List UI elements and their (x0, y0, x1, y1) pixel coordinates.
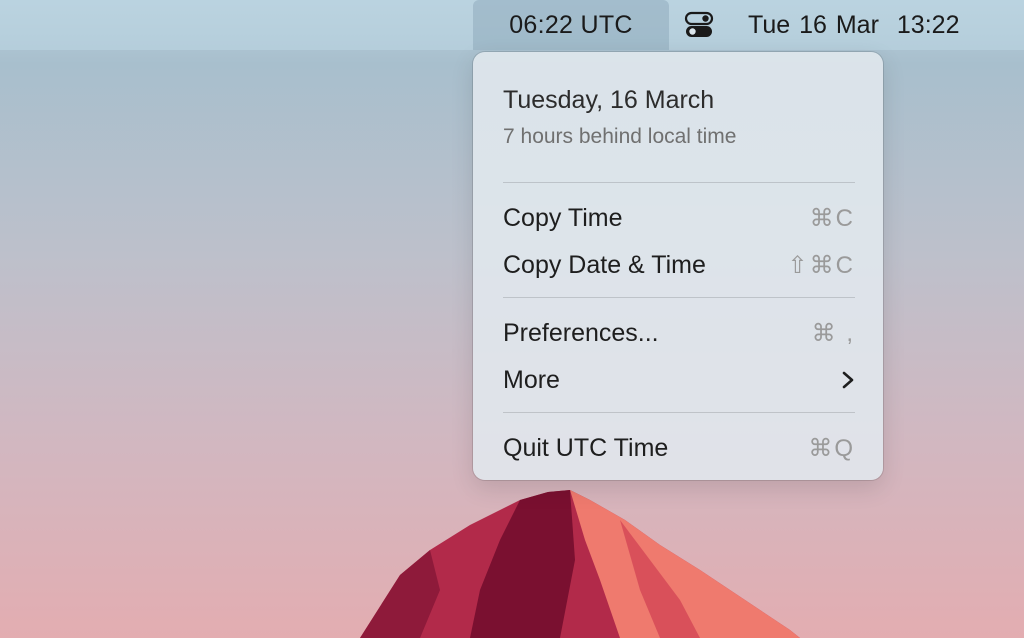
menu-item-shortcut: ⌘Q (808, 434, 855, 462)
menu-item-quit[interactable]: Quit UTC Time ⌘Q (503, 428, 855, 468)
chevron-right-icon (842, 371, 854, 389)
utc-time-dropdown-menu: Tuesday, 16 March 7 hours behind local t… (473, 52, 883, 480)
menu-bar: 06:22 UTC Tue 16 Mar 13:22 (0, 0, 1024, 50)
desktop: 06:22 UTC Tue 16 Mar 13:22 Tuesday, 16 M… (0, 0, 1024, 638)
menu-item-label: Preferences... (503, 318, 659, 347)
menu-separator (503, 297, 855, 298)
utc-time-label: 06:22 UTC (509, 10, 633, 39)
menu-item-shortcut: ⌘ , (811, 319, 855, 347)
menu-item-label: Quit UTC Time (503, 433, 669, 462)
clock-date: Tue 16 Mar (748, 10, 879, 39)
menu-date-title: Tuesday, 16 March (503, 86, 715, 114)
menu-separator (503, 412, 855, 413)
menu-item-copy-date-time[interactable]: Copy Date & Time ⇧⌘C (503, 245, 855, 285)
menu-offset-subtitle: 7 hours behind local time (503, 125, 737, 148)
control-center-icon[interactable] (684, 10, 714, 40)
menu-item-label: More (503, 365, 560, 394)
menubar-clock[interactable]: Tue 16 Mar 13:22 (748, 0, 959, 50)
menu-item-label: Copy Time (503, 203, 623, 232)
clock-time: 13:22 (896, 10, 960, 39)
menu-item-shortcut: ⇧⌘C (787, 251, 855, 279)
menu-item-shortcut: ⌘C (809, 204, 855, 232)
menu-item-copy-time[interactable]: Copy Time ⌘C (503, 198, 855, 238)
menu-separator (503, 182, 855, 183)
menu-item-more[interactable]: More (503, 360, 855, 400)
menu-header: Tuesday, 16 March 7 hours behind local t… (503, 86, 736, 149)
menu-item-preferences[interactable]: Preferences... ⌘ , (503, 313, 855, 353)
utc-time-menu-item[interactable]: 06:22 UTC (473, 0, 669, 50)
menu-item-label: Copy Date & Time (503, 250, 706, 279)
